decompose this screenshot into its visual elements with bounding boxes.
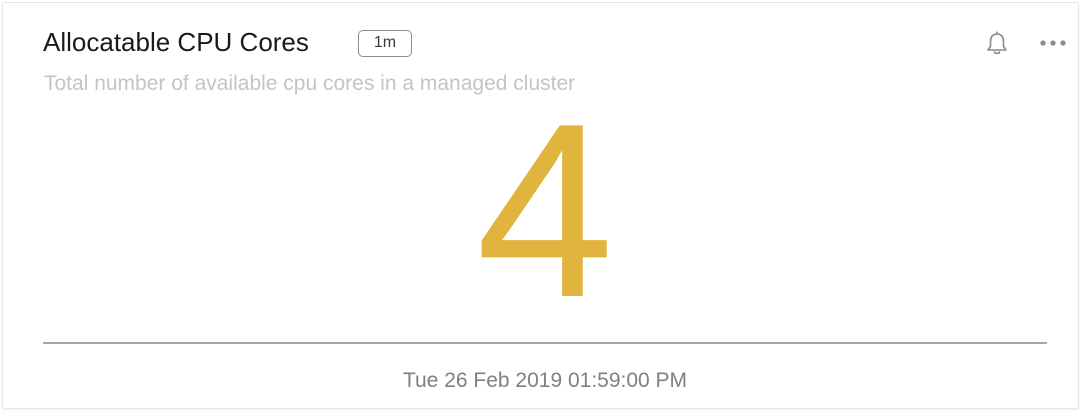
more-options-icon[interactable] [1038,33,1068,53]
bell-icon[interactable] [985,31,1009,57]
metric-value: 4 [476,71,614,349]
card-title: Allocatable CPU Cores [43,27,309,57]
divider [43,342,1047,344]
last-updated-timestamp: Tue 26 Feb 2019 01:59:00 PM [402,369,688,392]
metric-card: Allocatable CPU Cores 1m Total number of… [2,2,1079,409]
interval-badge: 1m [358,30,412,57]
